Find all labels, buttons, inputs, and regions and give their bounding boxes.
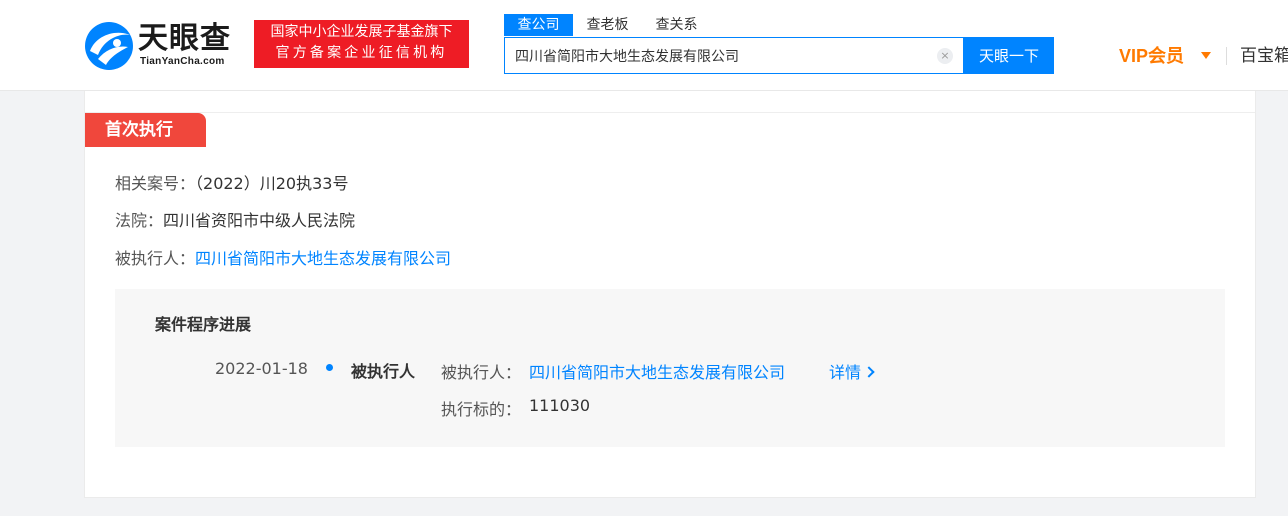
tianyancha-logo[interactable]: 天眼查 TianYanCha.com <box>84 21 242 71</box>
progress-party-link[interactable]: 四川省简阳市大地生态发展有限公司 <box>529 359 785 383</box>
case-progress-panel: 案件程序进展 2022-01-18 被执行人 被执行人： 四川省简阳市大地生态发… <box>115 289 1225 447</box>
tab-relation[interactable]: 查关系 <box>642 14 711 36</box>
toolbox-link[interactable]: 百宝箱 <box>1240 44 1288 68</box>
court-value: 四川省资阳市中级人民法院 <box>163 211 356 230</box>
case-number-row: 相关案号：（2022）川20执33号 <box>115 170 348 194</box>
top-header: 天眼查 TianYanCha.com 国家中小企业发展子基金旗下 官方备案企业征… <box>0 0 1288 91</box>
case-number-value: （2022）川20执33号 <box>195 174 349 193</box>
vip-member-link[interactable]: VIP会员 <box>1119 44 1184 68</box>
search-button[interactable]: 天眼一下 <box>964 37 1054 74</box>
progress-party-label: 被执行人： <box>441 363 522 382</box>
tab-company[interactable]: 查公司 <box>504 14 573 36</box>
progress-amount-value: 111030 <box>529 396 591 415</box>
badge-line-1: 国家中小企业发展子基金旗下 <box>270 24 453 40</box>
executed-party-row: 被执行人：四川省简阳市大地生态发展有限公司 <box>115 245 451 269</box>
execution-card: 首次执行 相关案号：（2022）川20执33号 法院：四川省资阳市中级人民法院 … <box>84 91 1256 498</box>
logo-text: 天眼查 <box>138 21 231 56</box>
eye-logo-icon <box>85 22 133 70</box>
official-badge: 国家中小企业发展子基金旗下 官方备案企业征信机构 <box>254 20 469 68</box>
executed-party-link[interactable]: 四川省简阳市大地生态发展有限公司 <box>195 249 451 268</box>
detail-link-label: 详情 <box>829 363 862 382</box>
timeline-dot-icon <box>326 364 333 371</box>
progress-amount-label: 执行标的： <box>441 400 522 419</box>
clear-icon[interactable]: × <box>937 48 953 64</box>
progress-title: 案件程序进展 <box>155 315 252 334</box>
progress-date: 2022-01-18 <box>215 359 308 378</box>
executed-party-label: 被执行人： <box>115 249 196 268</box>
card-divider <box>85 112 1255 113</box>
detail-link[interactable]: 详情 <box>829 359 875 383</box>
header-divider <box>1226 47 1227 65</box>
court-row: 法院：四川省资阳市中级人民法院 <box>115 207 355 231</box>
badge-line-2: 官方备案企业征信机构 <box>275 45 448 61</box>
search-input[interactable] <box>515 38 925 73</box>
court-label: 法院： <box>115 211 164 230</box>
chevron-right-icon <box>863 366 875 378</box>
search-box: × <box>504 37 964 74</box>
logo-domain: TianYanCha.com <box>140 56 225 67</box>
caret-down-icon[interactable] <box>1201 52 1211 59</box>
tab-boss[interactable]: 查老板 <box>573 14 642 36</box>
section-tag: 首次执行 <box>85 113 206 147</box>
progress-type: 被执行人 <box>351 362 416 381</box>
case-number-label: 相关案号： <box>115 174 196 193</box>
